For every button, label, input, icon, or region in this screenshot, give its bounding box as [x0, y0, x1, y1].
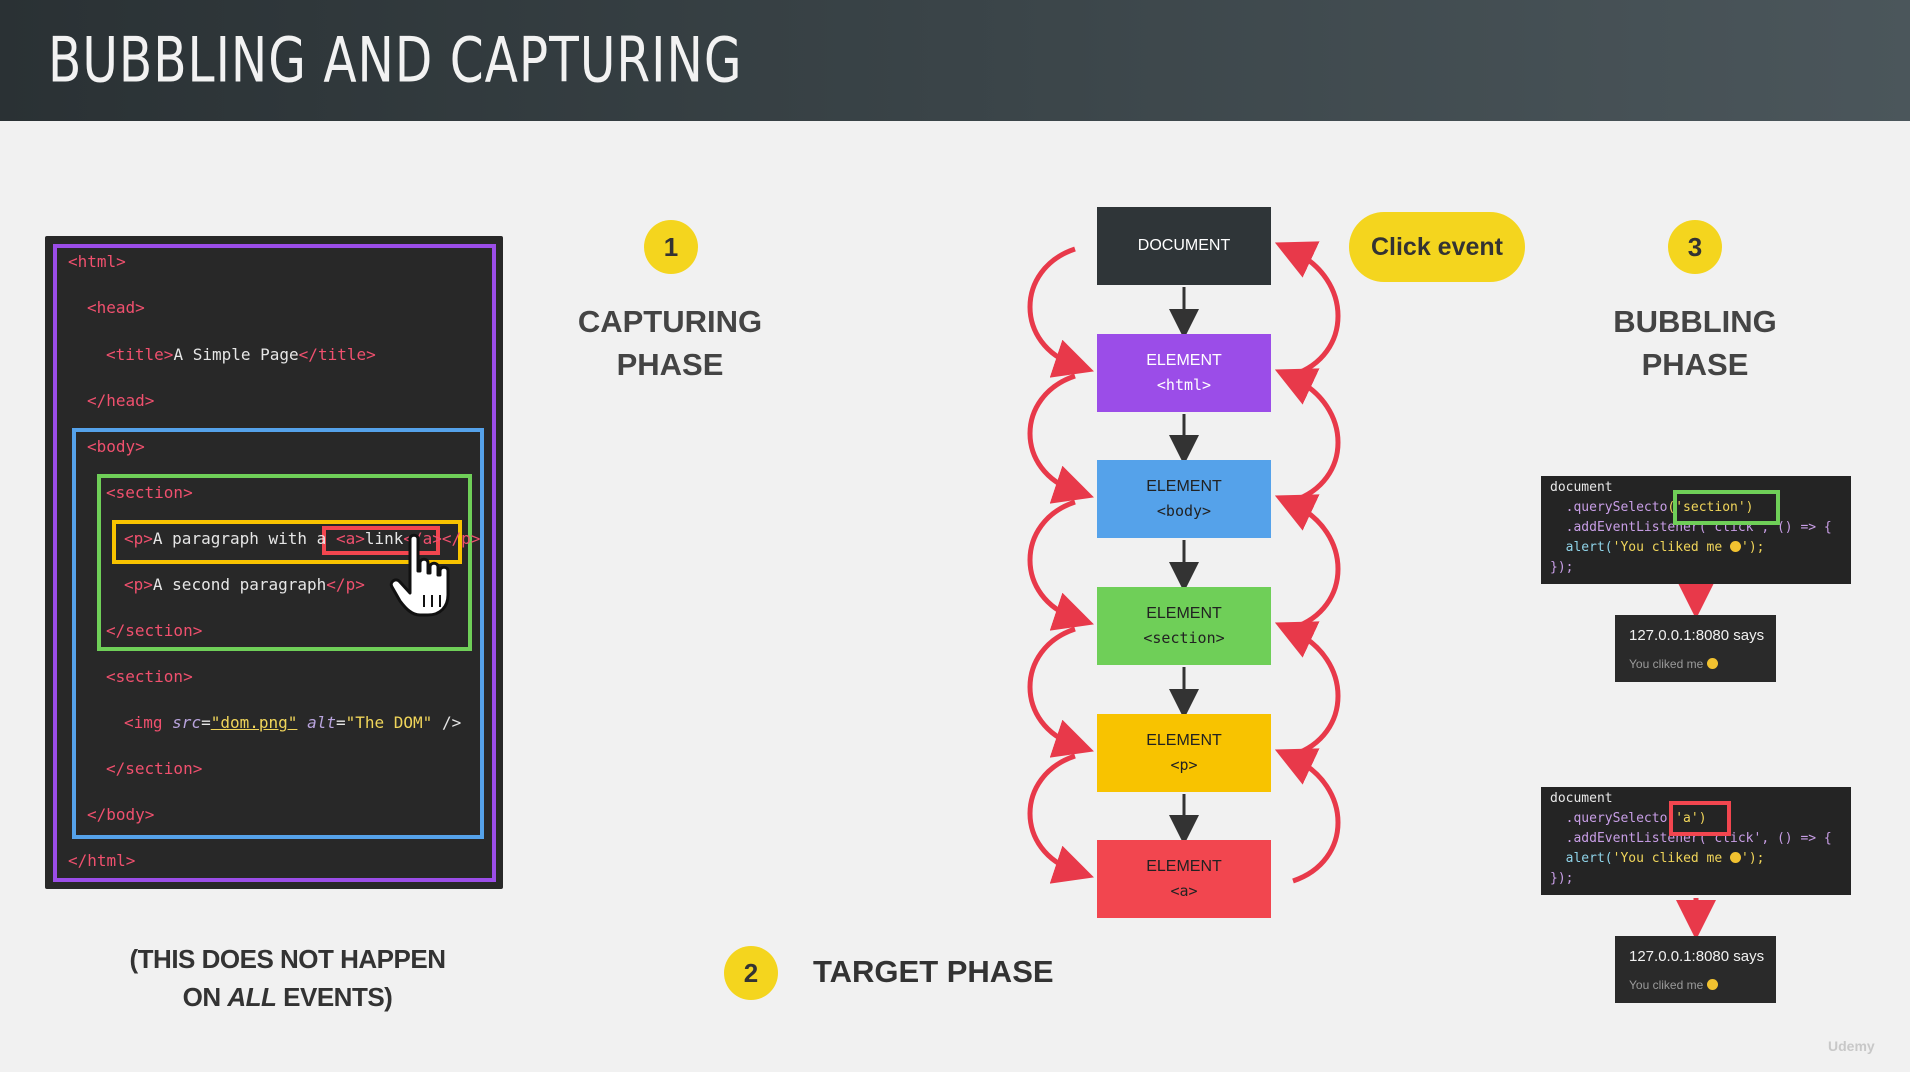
- smile-emoji-icon: [1706, 979, 1718, 990]
- note-text: EVENTS): [276, 982, 393, 1012]
- capturing-arrow: [1027, 246, 1094, 378]
- udemy-logo: Udemy: [1828, 1038, 1875, 1054]
- snippet-string: 'You cliked me: [1612, 540, 1731, 555]
- dom-node: ELEMENT <body>: [1097, 460, 1271, 538]
- dom-node-label: ELEMENT: [1146, 732, 1222, 749]
- snippet-line: alert('You cliked me ');: [1550, 851, 1765, 866]
- note-text: ON: [182, 982, 228, 1012]
- snippet-line: });: [1550, 871, 1574, 886]
- dom-node-tag: <section>: [1143, 629, 1225, 647]
- dom-node-label: ELEMENT: [1146, 605, 1222, 622]
- alert-dialog-message: You cliked me: [1629, 657, 1718, 671]
- note-line1: (THIS DOES NOT HAPPEN: [129, 944, 446, 974]
- bubbling-arrow: [1274, 368, 1341, 504]
- alert-dialog-title: 127.0.0.1:8080 says: [1629, 948, 1765, 965]
- smile-emoji-icon: [1730, 852, 1742, 863]
- snippet-text: .querySelecto: [1550, 811, 1668, 826]
- section-selector-highlight: [1673, 490, 1780, 525]
- alert-message-text: You cliked me: [1629, 657, 1704, 671]
- dom-node-label: ELEMENT: [1146, 352, 1222, 369]
- snippet-line: document: [1550, 480, 1613, 495]
- dom-node-tag: <body>: [1156, 502, 1212, 520]
- alert-message-text: You cliked me: [1629, 978, 1704, 992]
- alert-dialog: 127.0.0.1:8080 says You cliked me: [1615, 936, 1776, 1003]
- dom-node-label: DOCUMENT: [1137, 237, 1231, 254]
- snippet-text: ');: [1741, 540, 1765, 555]
- dom-node-label: ELEMENT: [1146, 478, 1222, 495]
- dom-node: ELEMENT <section>: [1097, 587, 1271, 665]
- bubbling-arrow: [1274, 748, 1341, 884]
- alert-dialog: 127.0.0.1:8080 says You cliked me: [1615, 615, 1776, 682]
- alert-dialog-title: 127.0.0.1:8080 says: [1629, 627, 1765, 644]
- capturing-arrow: [1027, 499, 1094, 631]
- dom-node-tag: <html>: [1156, 376, 1212, 394]
- alert-dialog-message: You cliked me: [1629, 978, 1718, 992]
- capturing-arrow: [1027, 373, 1094, 504]
- events-note: (THIS DOES NOT HAPPEN ON ALL EVENTS): [100, 940, 475, 1016]
- dom-node-label: ELEMENT: [1146, 858, 1222, 875]
- snippet-text: alert(: [1550, 851, 1613, 866]
- dom-node: DOCUMENT: [1097, 207, 1271, 285]
- dom-node: ELEMENT <p>: [1097, 714, 1271, 792]
- bubbling-arrow: [1274, 241, 1341, 378]
- dom-node-tag: <p>: [1170, 756, 1198, 774]
- bubbling-arrow: [1274, 621, 1341, 758]
- note-emphasis: ALL: [227, 982, 277, 1012]
- capturing-arrow: [1027, 626, 1094, 758]
- dom-node-tag: <a>: [1170, 882, 1198, 900]
- bubbling-arrow: [1274, 494, 1341, 631]
- snippet-line: });: [1550, 560, 1574, 575]
- dom-node: ELEMENT <a>: [1097, 840, 1271, 918]
- a-selector-highlight: [1669, 801, 1731, 836]
- snippet-text: alert(: [1550, 540, 1613, 555]
- note-line2: ON ALL EVENTS): [100, 978, 475, 1016]
- smile-emoji-icon: [1706, 658, 1718, 669]
- snippet-string: 'You cliked me: [1612, 851, 1731, 866]
- capturing-arrow: [1027, 753, 1094, 884]
- snippet-line: document: [1550, 791, 1613, 806]
- snippet-line: alert('You cliked me ');: [1550, 540, 1765, 555]
- snippet-text: ');: [1741, 851, 1765, 866]
- smile-emoji-icon: [1730, 541, 1742, 552]
- snippet-text: .querySelecto: [1550, 500, 1668, 515]
- dom-node: ELEMENT <html>: [1097, 334, 1271, 412]
